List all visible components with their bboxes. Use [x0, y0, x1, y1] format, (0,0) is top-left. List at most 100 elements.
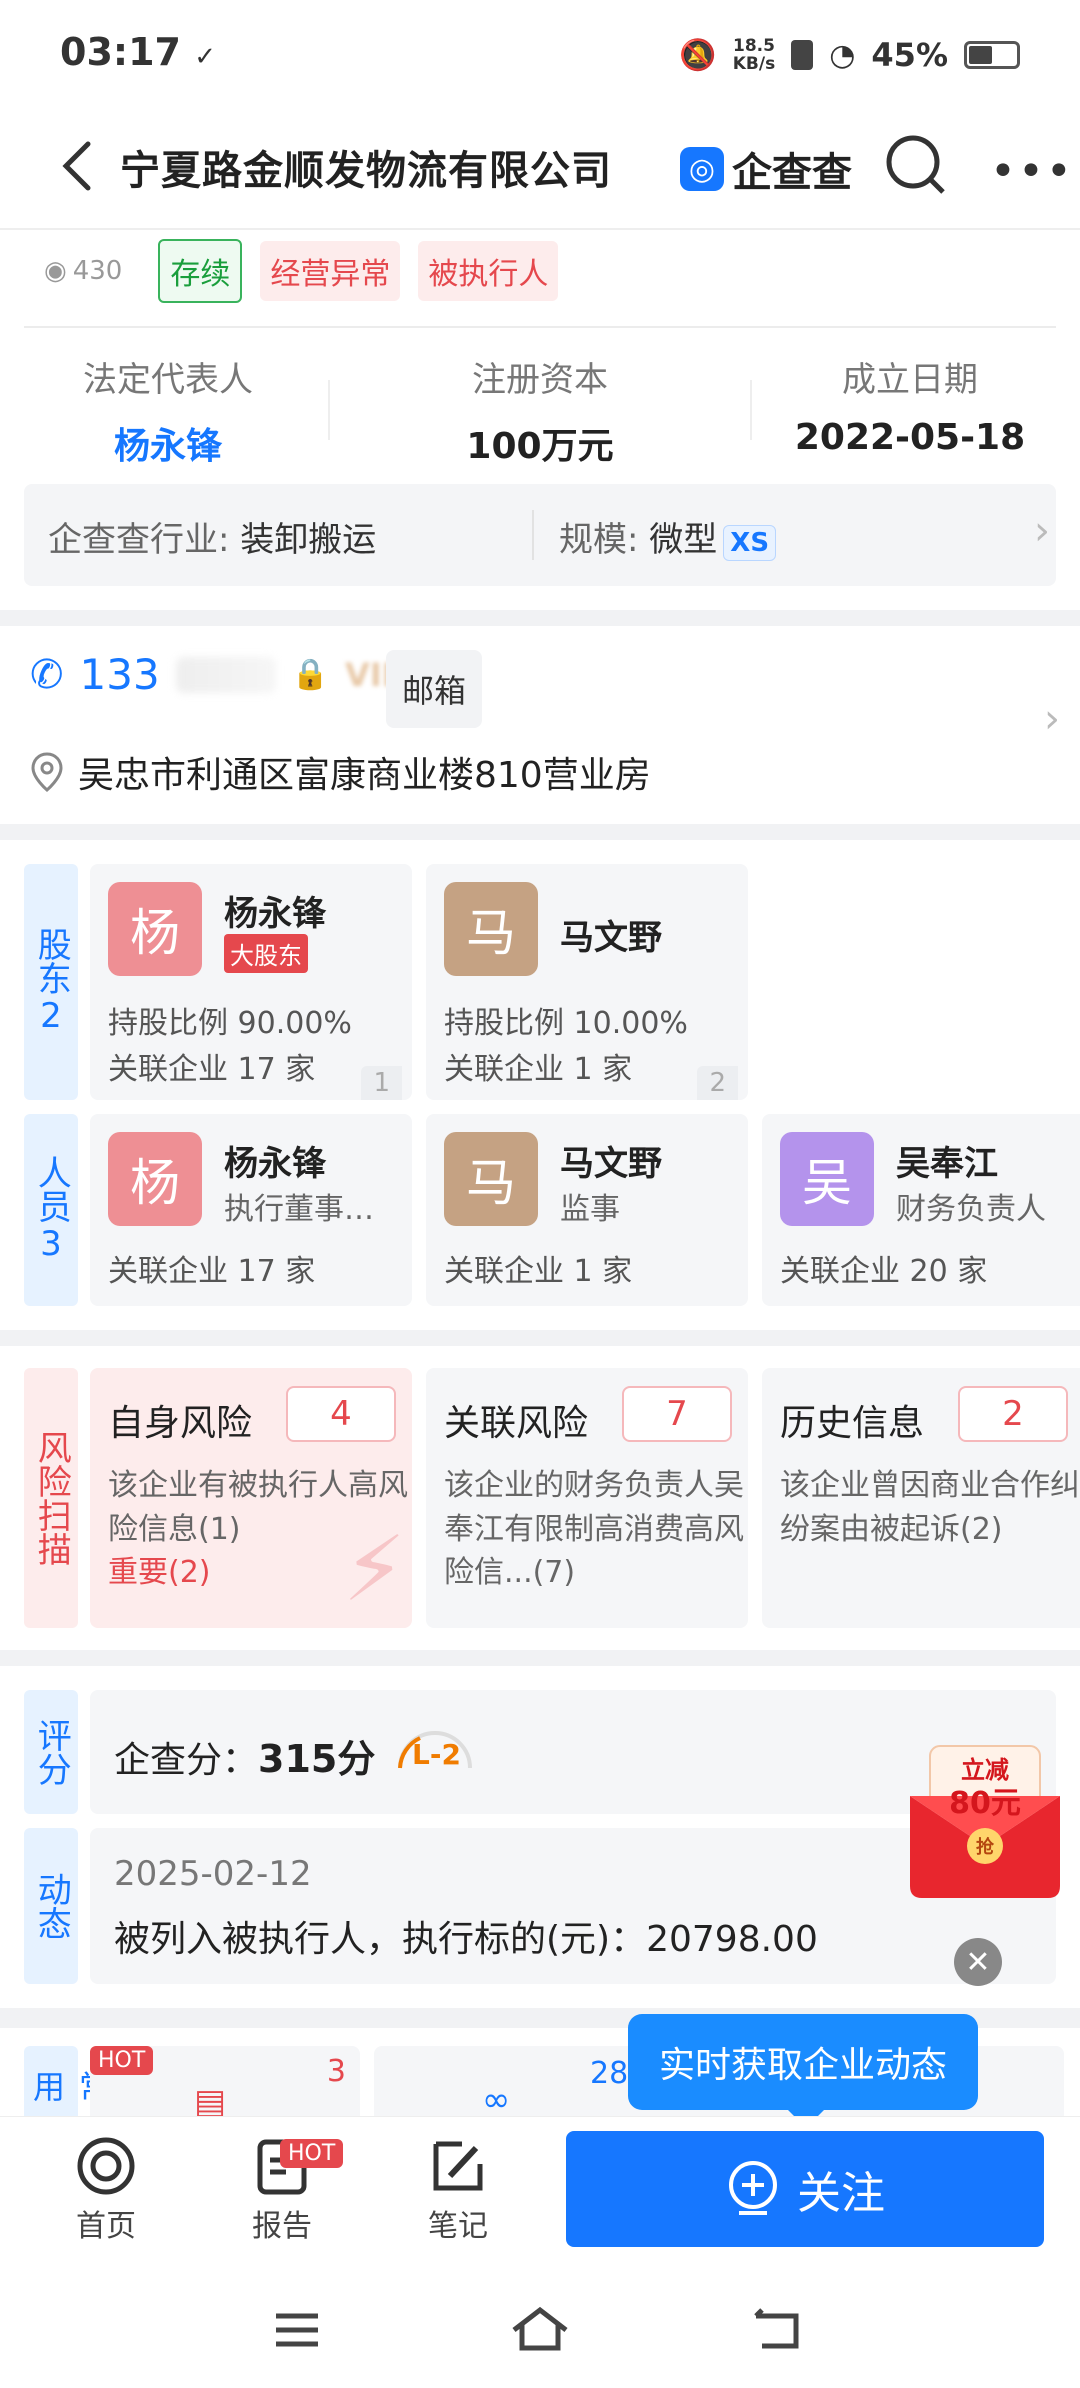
location-pin-icon — [31, 752, 63, 792]
important-risk: 重要(2) — [108, 1555, 211, 1590]
risk-title: 自身风险 — [108, 1403, 253, 1444]
status-time: 03:17 ✓ — [60, 30, 216, 74]
executed-badge[interactable]: 被执行人 — [418, 241, 559, 301]
status-icons: 🔕 18.5 KB/s ◔ 45% — [679, 36, 1020, 74]
staff-card[interactable]: 马 马文野 监事 关联企业 1 家 — [426, 1114, 748, 1306]
related-companies: 关联企业 1 家 — [444, 1254, 633, 1289]
phone-number[interactable]: 133 — [80, 650, 160, 699]
person-role: 财务负责人 — [896, 1192, 1046, 1227]
address-row[interactable]: 吴忠市利通区富康商业楼810营业房 — [30, 746, 651, 798]
tool-count: 28 — [590, 2056, 629, 2091]
status-badge[interactable]: 存续 — [158, 239, 243, 303]
dynamic-label: 动态 — [24, 1828, 78, 1984]
shareholder-card[interactable]: 马 马文野 持股比例 10.00% 关联企业 1 家 2 — [426, 864, 748, 1100]
section-gap — [0, 824, 1080, 840]
staff-card[interactable]: 杨 杨永锋 执行董事… 关联企业 17 家 — [90, 1114, 412, 1306]
risk-scan-label[interactable]: 风险扫描 — [24, 1368, 78, 1628]
common-label: 常用 — [24, 2046, 112, 2116]
person-name: 杨永锋 — [224, 894, 326, 934]
net-speed: 18.5 KB/s — [732, 36, 776, 74]
more-icon[interactable]: ••• — [990, 146, 1074, 197]
battery-icon — [964, 41, 1020, 69]
back-arrow-icon[interactable] — [50, 136, 110, 196]
related-companies: 关联企业 20 家 — [780, 1254, 988, 1289]
self-risk-card[interactable]: 自身风险 4 该企业有被执行人高风险信息(1) 重要(2) ⚡ — [90, 1368, 412, 1628]
risk-title: 关联风险 — [444, 1403, 589, 1444]
person-role: 执行董事… — [224, 1192, 374, 1227]
scale-badge: XS — [723, 525, 777, 561]
promo-grab: 抢 — [976, 1837, 994, 1858]
card-index: 1 — [361, 1066, 402, 1100]
follow-label: 关注 — [797, 2168, 885, 2219]
back-nav-icon[interactable] — [752, 2306, 802, 2352]
realtime-tooltip[interactable]: 实时获取企业动态 — [628, 2014, 978, 2128]
close-icon[interactable]: ✕ — [954, 1938, 1002, 1986]
staff-card[interactable]: 吴 吴奉江 财务负责人 关联企业 20 家 — [762, 1114, 1080, 1306]
tab-report[interactable]: 报告 HOT — [222, 2131, 344, 2245]
tab-home[interactable]: 首页 — [46, 2131, 166, 2245]
legal-rep[interactable]: 法定代表人 杨永锋 — [0, 352, 348, 469]
related-companies: 关联企业 17 家 — [108, 1052, 316, 1087]
shareholder-card[interactable]: 杨 杨永锋 大股东 持股比例 90.00% 关联企业 17 家 1 — [90, 864, 412, 1100]
risk-desc: 该企业的财务负责人吴奉江有限制高消费高风险信...(7) — [444, 1468, 744, 1590]
shareholders-label[interactable]: 股东 2 — [24, 864, 78, 1100]
industry-row[interactable]: 企查查行业: 装卸搬运 规模: 微型 XS › — [24, 484, 1056, 586]
people-icon: ∞ — [482, 2080, 511, 2120]
status-bar: 03:17 ✓ 🔕 18.5 KB/s ◔ 45% — [0, 0, 1080, 110]
reg-capital: 注册资本 100万元 — [360, 352, 720, 469]
menu-icon[interactable] — [272, 2310, 322, 2350]
battery-percent: 45% — [871, 36, 948, 74]
related-companies: 关联企业 17 家 — [108, 1254, 316, 1289]
follow-button[interactable]: 关注 — [566, 2131, 1044, 2247]
eye-icon: ◉ — [44, 256, 67, 286]
address-text: 吴忠市利通区富康商业楼810营业房 — [78, 755, 651, 796]
brand-logo[interactable]: ◎ 企查查 — [680, 140, 852, 198]
abnormal-badge[interactable]: 经营异常 — [260, 241, 401, 301]
score-level: L-2 — [412, 1738, 461, 1771]
person-name: 马文野 — [560, 1144, 662, 1184]
person-name: 吴奉江 — [896, 1144, 998, 1184]
avatar: 杨 — [108, 1132, 202, 1226]
related-risk-card[interactable]: 关联风险 7 该企业的财务负责人吴奉江有限制高消费高风险信...(7) — [426, 1368, 748, 1628]
scale: 规模: 微型 XS — [559, 512, 777, 561]
divider — [328, 380, 330, 440]
score-text: 企查分：315分 — [114, 1728, 375, 1783]
score-value: 315分 — [258, 1737, 376, 1781]
major-shareholder-badge: 大股东 — [224, 934, 308, 973]
qcc-logo-icon: ◎ — [680, 147, 724, 191]
hot-badge: HOT — [280, 2139, 344, 2168]
home-nav-icon[interactable] — [510, 2304, 570, 2354]
reg-capital-label: 注册资本 — [472, 360, 608, 400]
phone-hidden — [175, 656, 276, 693]
tool-card[interactable]: HOT 3 ▤ — [90, 2046, 360, 2122]
tab-notes[interactable]: 笔记 — [398, 2131, 518, 2245]
risk-count: 2 — [958, 1386, 1068, 1442]
scale-value: 微型 — [649, 520, 718, 560]
promo-red-packet[interactable]: 立减 80元 抢 — [900, 1736, 1070, 1906]
hot-badge: HOT — [90, 2046, 154, 2075]
phone-row[interactable]: ✆ 133 🔒 VIP — [30, 650, 405, 699]
search-icon[interactable] — [885, 134, 947, 196]
legal-rep-value[interactable]: 杨永锋 — [0, 417, 348, 469]
app-header: 宁夏路金顺发物流有限公司 ◎ 企查查 ••• — [0, 110, 1080, 230]
dynamic-date: 2025-02-12 — [114, 1854, 312, 1894]
email-button[interactable]: 邮箱 — [386, 650, 482, 728]
staff-label[interactable]: 人员 3 — [24, 1114, 78, 1306]
share-ratio: 持股比例 10.00% — [444, 1006, 688, 1041]
avatar: 马 — [444, 882, 538, 976]
person-role: 监事 — [560, 1192, 620, 1227]
mute-icon: 🔕 — [679, 37, 717, 73]
tab-home-label: 首页 — [76, 2209, 136, 2244]
legal-rep-label: 法定代表人 — [83, 360, 253, 400]
risk-count: 7 — [622, 1386, 732, 1442]
bottom-tab-bar: 首页 报告 HOT 笔记 关注 — [0, 2116, 1080, 2258]
notes-icon — [433, 2141, 483, 2191]
section-gap — [0, 1330, 1080, 1346]
staff-count: 3 — [40, 1223, 62, 1264]
history-info-card[interactable]: 历史信息 2 该企业曾因商业合作纠纷案由被起诉(2) — [762, 1368, 1080, 1628]
add-follow-icon — [729, 2161, 777, 2215]
dynamic-label-text: 动态 — [31, 1872, 72, 1940]
avatar: 马 — [444, 1132, 538, 1226]
shareholders-count: 2 — [40, 995, 62, 1036]
risk-title: 历史信息 — [780, 1403, 925, 1444]
